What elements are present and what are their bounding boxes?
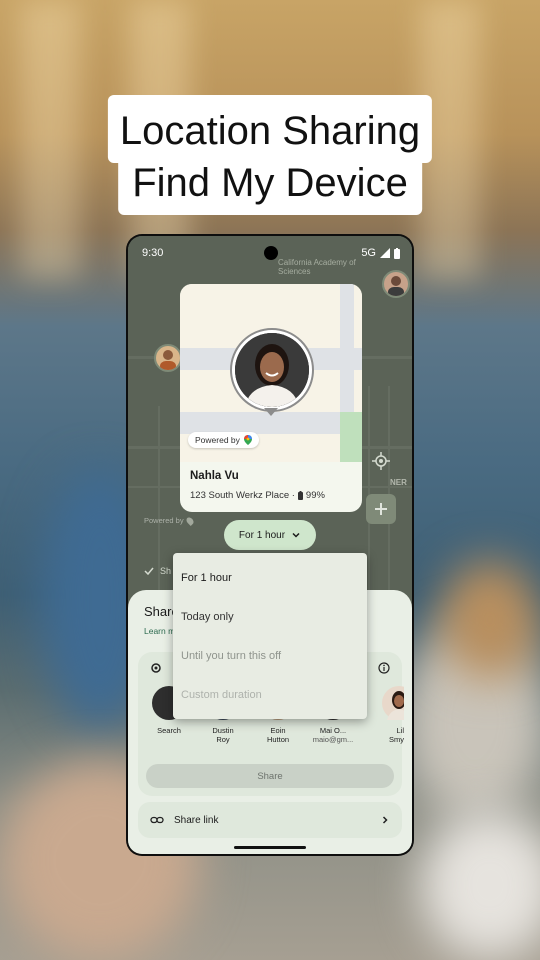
share-button-label: Share — [257, 770, 283, 782]
network-label: 5G — [361, 247, 376, 259]
google-maps-icon — [243, 435, 252, 445]
signal-icon — [380, 248, 390, 258]
duration-selector[interactable]: For 1 hour — [224, 520, 316, 550]
zoom-in-button[interactable] — [366, 494, 396, 524]
option-for-1-hour[interactable]: For 1 hour — [181, 572, 232, 584]
location-sharing-icon — [151, 663, 161, 673]
map-avatar-left[interactable] — [154, 344, 182, 372]
share-button[interactable]: Share — [146, 764, 394, 788]
contact-first-name: Dustin — [212, 726, 234, 735]
share-link-button[interactable]: Share link — [138, 802, 402, 838]
option-today-only[interactable]: Today only — [181, 611, 234, 623]
map-avatar-top-right[interactable] — [382, 270, 410, 298]
location-card[interactable]: Powered by Nahla Vu 123 South Werkz Plac… — [180, 284, 362, 512]
contact-name: Nahla Vu — [190, 470, 239, 482]
contact-address-line: 123 South Werkz Place · 99% — [190, 490, 325, 501]
status-time: 9:30 — [142, 247, 164, 259]
contact-first-name: Mai O... — [319, 726, 347, 735]
learn-more-link[interactable]: Learn m — [144, 626, 175, 636]
contact-address: 123 South Werkz Place · — [190, 490, 295, 501]
duration-dropdown-menu: For 1 hour Today only Until you turn thi… — [173, 553, 367, 719]
contact-last-name: Hutton — [266, 735, 290, 744]
nahla-avatar — [235, 333, 309, 407]
avatar — [382, 686, 404, 720]
contact-battery: 99% — [305, 490, 325, 501]
battery-level-icon — [297, 491, 303, 500]
contact-first-name: Eoin — [270, 726, 286, 735]
chevron-right-icon — [382, 816, 388, 824]
share-checkbox-row[interactable]: Sh — [144, 566, 171, 576]
contact-lil[interactable]: Lil Smy — [364, 686, 404, 744]
share-link-label: Share link — [174, 814, 219, 826]
share-checkbox-label: Sh — [160, 566, 172, 576]
check-icon — [144, 567, 154, 576]
phone-screen: California Academy of Sciences NER Power… — [128, 236, 412, 854]
front-camera — [264, 246, 278, 260]
contact-last-name: Roy — [216, 735, 230, 744]
title-line-2: Find My Device — [118, 155, 422, 215]
contact-location-pin — [230, 328, 314, 412]
status-bar: 9:30 5G — [128, 236, 412, 272]
phone-frame: California Academy of Sciences NER Power… — [126, 234, 414, 856]
pin-pointer — [264, 408, 278, 416]
crosshair-icon — [372, 452, 390, 470]
powered-by-badge: Powered by — [188, 432, 259, 448]
battery-icon — [394, 247, 400, 259]
duration-label: For 1 hour — [238, 529, 286, 541]
info-icon[interactable] — [378, 662, 390, 674]
home-indicator[interactable] — [234, 846, 306, 849]
option-until-off: Until you turn this off — [181, 650, 282, 662]
contact-search-label: Search — [157, 726, 181, 735]
link-icon — [150, 816, 164, 824]
contact-first-name: Lil — [396, 726, 404, 735]
plus-icon — [375, 503, 387, 515]
my-location-button[interactable] — [368, 448, 394, 474]
chevron-down-icon — [292, 532, 300, 538]
title-line-1: Location Sharing — [107, 95, 433, 163]
contact-email: maio@gm... — [312, 735, 354, 744]
option-custom-duration: Custom duration — [181, 689, 262, 701]
contact-last-name: Smy — [389, 735, 404, 744]
